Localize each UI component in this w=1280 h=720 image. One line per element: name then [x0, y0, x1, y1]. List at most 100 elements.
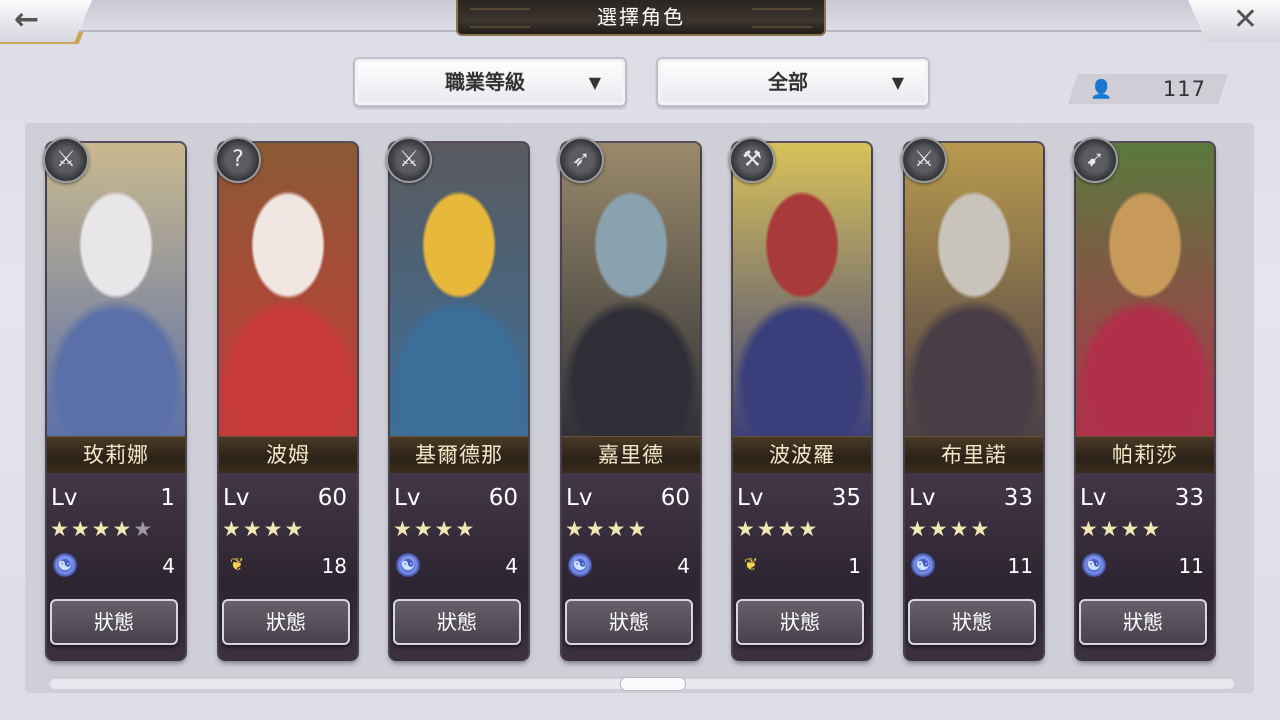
star-filled: ★★★★	[908, 517, 992, 541]
resource-row: ☯ 4	[562, 551, 700, 581]
status-button[interactable]: 狀態	[565, 599, 693, 645]
level-value: 33	[1174, 485, 1204, 511]
bow-icon: ➹	[1072, 137, 1118, 183]
level-value: 60	[317, 485, 347, 511]
resource-row: ☯ 4	[390, 551, 528, 581]
character-name: 波波羅	[769, 443, 835, 467]
resource-row: ☯ 11	[905, 551, 1043, 581]
character-card[interactable]: 波波羅 Lv 35 ★★★★ ❦ 1 狀態	[733, 143, 871, 659]
resource-count: 1	[848, 554, 861, 578]
star-filled: ★★★★	[1079, 517, 1163, 541]
level-label: Lv	[1080, 485, 1107, 511]
level-value: 33	[1003, 485, 1033, 511]
level-value: 60	[660, 485, 690, 511]
level-value: 60	[488, 485, 518, 511]
back-button[interactable]: ←	[0, 0, 92, 44]
status-button[interactable]: 狀態	[50, 599, 178, 645]
level-value: 1	[160, 485, 175, 511]
star-rating: ★★★★	[908, 517, 991, 541]
star-rating: ★★★★	[222, 517, 305, 541]
character-card-list: 玫莉娜 Lv 1 ★★★★★ ☯ 4 狀態 ⚔ 波姆 Lv 60 ★★★★ ❦ 18 狀態? 基爾德那 Lv 60…	[43, 137, 1227, 663]
gauntlet-icon: ⚒	[729, 137, 775, 183]
back-arrow-icon: ←	[14, 2, 40, 37]
level-label: Lv	[566, 485, 593, 511]
sword-icon: ⚔	[386, 137, 432, 183]
character-card[interactable]: 帕莉莎 Lv 33 ★★★★ ☯ 11 狀態	[1076, 143, 1214, 659]
job-level-dropdown-label: 職業等級	[445, 70, 525, 94]
spiral-orb-icon: ☯	[53, 553, 77, 577]
status-button[interactable]: 狀態	[222, 599, 350, 645]
character-portrait	[905, 143, 1043, 443]
status-button[interactable]: 狀態	[393, 599, 521, 645]
chevron-down-icon: ▼	[891, 73, 904, 92]
resource-count: 11	[1178, 554, 1204, 578]
scrollbar-thumb[interactable]	[620, 677, 686, 691]
character-name-plate: 玫莉娜	[47, 436, 185, 474]
character-name-plate: 布里諾	[905, 436, 1043, 474]
spiral-orb-icon: ☯	[1082, 553, 1106, 577]
character-card[interactable]: 玫莉娜 Lv 1 ★★★★★ ☯ 4 狀態	[47, 143, 185, 659]
scope-dropdown[interactable]: 全部 ▼	[656, 57, 930, 107]
resource-count: 4	[677, 554, 690, 578]
star-rating: ★★★★	[565, 517, 648, 541]
character-count: 👤 117	[1068, 74, 1228, 104]
level-row: Lv 33	[1076, 481, 1214, 515]
level-value: 35	[831, 485, 861, 511]
star-rating: ★★★★★	[50, 517, 154, 541]
resource-count: 11	[1007, 554, 1033, 578]
resource-count: 4	[505, 554, 518, 578]
character-portrait	[390, 143, 528, 443]
level-label: Lv	[909, 485, 936, 511]
gauntlet-icon: ⚔	[43, 137, 89, 183]
character-stats: Lv 1 ★★★★★ ☯ 4 狀態	[47, 473, 185, 659]
star-rating: ★★★★	[736, 517, 819, 541]
character-card[interactable]: 布里諾 Lv 33 ★★★★ ☯ 11 狀態	[905, 143, 1043, 659]
star-filled: ★★★★	[393, 517, 477, 541]
resource-count: 18	[321, 554, 347, 578]
level-row: Lv 1	[47, 481, 185, 515]
sword-icon: ⚔	[901, 137, 947, 183]
level-label: Lv	[51, 485, 78, 511]
level-label: Lv	[394, 485, 421, 511]
job-level-dropdown[interactable]: 職業等級 ▼	[353, 57, 627, 107]
level-row: Lv 35	[733, 481, 871, 515]
character-name: 波姆	[266, 443, 310, 467]
character-card[interactable]: 基爾德那 Lv 60 ★★★★ ☯ 4 狀態	[390, 143, 528, 659]
close-icon: ✕	[1232, 2, 1258, 37]
character-portrait	[733, 143, 871, 443]
status-button[interactable]: 狀態	[908, 599, 1036, 645]
character-portrait	[562, 143, 700, 443]
resource-row: ☯ 11	[1076, 551, 1214, 581]
character-name-plate: 嘉里德	[562, 436, 700, 474]
character-stats: Lv 33 ★★★★ ☯ 11 狀態	[1076, 473, 1214, 659]
spiral-orb-icon: ☯	[568, 553, 592, 577]
page-title: 選擇角色	[456, 0, 826, 36]
level-row: Lv 60	[390, 481, 528, 515]
scope-dropdown-label: 全部	[768, 70, 808, 94]
level-row: Lv 60	[562, 481, 700, 515]
character-stats: Lv 35 ★★★★ ❦ 1 狀態	[733, 473, 871, 659]
wing-icon: ❦	[229, 555, 245, 575]
character-name-plate: 波波羅	[733, 436, 871, 474]
character-name: 玫莉娜	[83, 443, 149, 467]
star-filled: ★★★★	[50, 517, 134, 541]
character-card[interactable]: 波姆 Lv 60 ★★★★ ❦ 18 狀態	[219, 143, 357, 659]
character-stats: Lv 33 ★★★★ ☯ 11 狀態	[905, 473, 1043, 659]
fist-icon: ?	[215, 137, 261, 183]
spiral-orb-icon: ☯	[396, 553, 420, 577]
level-row: Lv 33	[905, 481, 1043, 515]
star-empty: ★	[133, 517, 155, 541]
star-filled: ★★★★	[736, 517, 820, 541]
status-button[interactable]: 狀態	[736, 599, 864, 645]
character-name-plate: 帕莉莎	[1076, 436, 1214, 474]
character-name: 嘉里德	[598, 443, 664, 467]
character-name-plate: 基爾德那	[390, 436, 528, 474]
star-rating: ★★★★	[1079, 517, 1162, 541]
character-count-value: 117	[1162, 77, 1206, 101]
close-button[interactable]: ✕	[1188, 0, 1280, 42]
status-button[interactable]: 狀態	[1079, 599, 1207, 645]
character-name: 基爾德那	[415, 443, 503, 467]
character-portrait	[219, 143, 357, 443]
character-card[interactable]: 嘉里德 Lv 60 ★★★★ ☯ 4 狀態	[562, 143, 700, 659]
character-stats: Lv 60 ★★★★ ☯ 4 狀態	[562, 473, 700, 659]
